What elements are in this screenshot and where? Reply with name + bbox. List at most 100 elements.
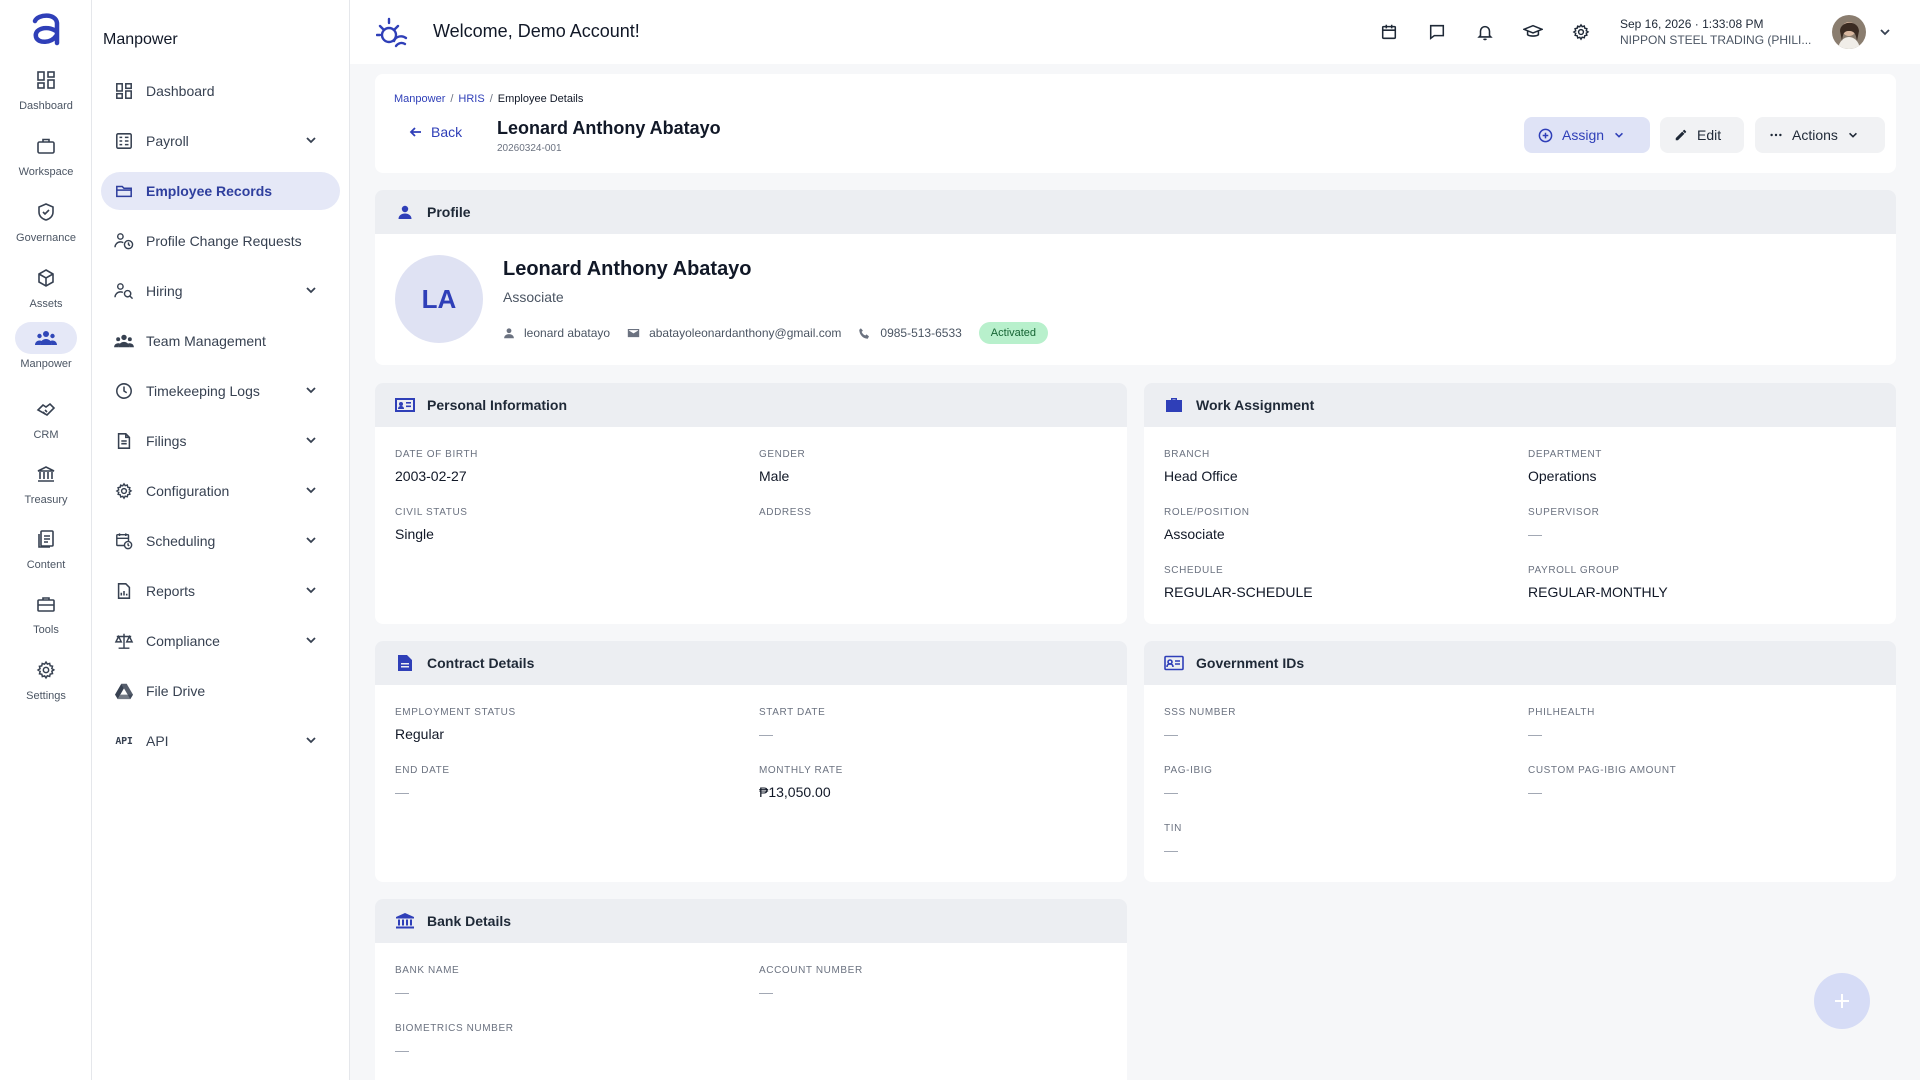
field-value: Single xyxy=(395,526,434,542)
nav-item-employee-records[interactable]: Employee Records xyxy=(101,172,340,210)
chat-icon[interactable] xyxy=(1426,21,1448,43)
nav-item-label: File Drive xyxy=(146,683,206,699)
company-logo-icon[interactable] xyxy=(376,15,410,49)
app-logo-icon[interactable] xyxy=(30,12,62,46)
chevron-down-icon[interactable] xyxy=(304,433,318,447)
welcome-text: Welcome, Demo Account! xyxy=(433,21,640,41)
chevron-down-icon[interactable] xyxy=(304,733,318,747)
rail-item-manpower[interactable]: Manpower xyxy=(0,322,92,382)
rail-item-governance[interactable]: Governance xyxy=(0,196,92,256)
field-label: PHILHEALTH xyxy=(1528,707,1595,718)
rail-item-workspace[interactable]: Workspace xyxy=(0,130,92,190)
profile-card: Profile LA Leonard Anthony Abatayo Assoc… xyxy=(375,190,1896,365)
field-account-number: ACCOUNT NUMBER — xyxy=(759,965,863,1000)
side-nav: Manpower Dashboard Payroll Employee Reco… xyxy=(92,0,350,1080)
api-icon: API xyxy=(114,731,134,751)
company-name[interactable]: NIPPON STEEL TRADING (PHILI... xyxy=(1620,33,1811,47)
field-value: Regular xyxy=(395,726,445,742)
breadcrumb-link-manpower[interactable]: Manpower xyxy=(394,93,445,105)
nav-item-label: Profile Change Requests xyxy=(146,233,302,249)
chevron-down-icon[interactable] xyxy=(304,633,318,647)
field-value: — xyxy=(1528,726,1542,742)
breadcrumb-link-hris[interactable]: HRIS xyxy=(458,93,484,105)
nav-item-label: Employee Records xyxy=(146,183,273,199)
field-label: PAG-IBIG xyxy=(1164,765,1213,776)
field-label: BRANCH xyxy=(1164,449,1210,460)
nav-item-team-management[interactable]: Team Management xyxy=(101,322,340,360)
nav-item-dashboard[interactable]: Dashboard xyxy=(101,72,340,110)
username-text: leonard abatayo xyxy=(524,326,611,340)
chevron-down-icon[interactable] xyxy=(304,583,318,597)
profile-section-title: Profile xyxy=(427,204,471,220)
field-branch: BRANCH Head Office xyxy=(1164,449,1238,484)
field-gender: GENDER Male xyxy=(759,449,805,484)
rail-item-tools[interactable]: Tools xyxy=(0,588,92,648)
nav-item-filings[interactable]: Filings xyxy=(101,422,340,460)
nav-item-timekeeping-logs[interactable]: Timekeeping Logs xyxy=(101,372,340,410)
person-icon xyxy=(504,328,514,339)
nav-item-file-drive[interactable]: File Drive xyxy=(101,672,340,710)
chevron-down-icon[interactable] xyxy=(1878,25,1892,39)
rail-item-treasury[interactable]: Treasury xyxy=(0,458,92,518)
chevron-down-icon[interactable] xyxy=(304,133,318,147)
chevron-down-icon[interactable] xyxy=(304,483,318,497)
rail-item-assets[interactable]: Assets xyxy=(0,262,92,322)
field-label: SSS NUMBER xyxy=(1164,707,1237,718)
field-label: EMPLOYMENT STATUS xyxy=(395,707,516,718)
icon-rail: Dashboard Workspace Governance Assets Ma… xyxy=(0,0,92,1080)
rail-label: Workspace xyxy=(18,166,74,178)
profile-phone: 0985-513-6533 xyxy=(858,326,962,340)
contract-section-title: Contract Details xyxy=(427,655,535,671)
rail-item-crm[interactable]: CRM xyxy=(0,393,92,453)
field-label: DATE OF BIRTH xyxy=(395,449,478,460)
field-value: — xyxy=(759,726,773,742)
field-label: SCHEDULE xyxy=(1164,565,1224,576)
avatar[interactable] xyxy=(1832,15,1866,49)
personal-card-header: Personal Information xyxy=(375,383,1127,427)
profile-card-header: Profile xyxy=(375,190,1896,234)
field-value: Associate xyxy=(1164,526,1225,542)
nav-item-label: Reports xyxy=(146,583,196,599)
bank-details-card: Bank Details BANK NAME — ACCOUNT NUMBER — … xyxy=(375,899,1127,1080)
nav-item-compliance[interactable]: Compliance xyxy=(101,622,340,660)
actions-button[interactable]: Actions xyxy=(1755,117,1885,153)
nav-item-hiring[interactable]: Hiring xyxy=(101,272,340,310)
folder-icon xyxy=(114,181,134,201)
graduation-cap-icon[interactable] xyxy=(1522,21,1544,43)
back-button[interactable]: Back xyxy=(409,124,462,140)
field-label: ADDRESS xyxy=(759,507,812,518)
chevron-down-icon[interactable] xyxy=(304,383,318,397)
nav-item-configuration[interactable]: Configuration xyxy=(101,472,340,510)
edit-button[interactable]: Edit xyxy=(1660,117,1744,153)
contract-details-card: Contract Details EMPLOYMENT STATUS Regula… xyxy=(375,641,1127,882)
rail-item-content[interactable]: Content xyxy=(0,523,92,583)
chevron-down-icon[interactable] xyxy=(304,283,318,297)
top-header: Welcome, Demo Account! Sep 16, 2026 · 1:… xyxy=(350,0,1920,64)
assign-button[interactable]: Assign xyxy=(1524,117,1650,153)
bell-icon[interactable] xyxy=(1474,21,1496,43)
nav-item-payroll[interactable]: Payroll xyxy=(101,122,340,160)
nav-item-profile-change-requests[interactable]: Profile Change Requests xyxy=(101,222,340,260)
add-fab-button[interactable] xyxy=(1814,973,1870,1029)
profile-meta: leonard abatayo abatayoleonardanthony@gm… xyxy=(503,322,1049,344)
email-text: abatayoleonardanthony@gmail.com xyxy=(649,326,842,340)
people-icon xyxy=(15,322,77,354)
chevron-down-icon xyxy=(1847,129,1859,141)
field-value: 2003-02-27 xyxy=(395,468,467,484)
rail-item-dashboard[interactable]: Dashboard xyxy=(0,64,92,124)
actions-label: Actions xyxy=(1792,127,1838,143)
rail-item-settings[interactable]: Settings xyxy=(0,654,92,714)
bank-section-title: Bank Details xyxy=(427,913,512,929)
nav-item-api[interactable]: API API xyxy=(101,722,340,760)
rail-label: Governance xyxy=(16,232,76,244)
gov-card-header: Government IDs xyxy=(1144,641,1896,685)
field-label: ACCOUNT NUMBER xyxy=(759,965,863,976)
bank-icon xyxy=(395,911,415,931)
calendar-icon[interactable] xyxy=(1378,21,1400,43)
gear-icon[interactable] xyxy=(1570,21,1592,43)
chevron-down-icon[interactable] xyxy=(304,533,318,547)
nav-item-scheduling[interactable]: Scheduling xyxy=(101,522,340,560)
nav-item-reports[interactable]: Reports xyxy=(101,572,340,610)
field-civil-status: CIVIL STATUS Single xyxy=(395,507,468,542)
drive-icon xyxy=(114,681,134,701)
